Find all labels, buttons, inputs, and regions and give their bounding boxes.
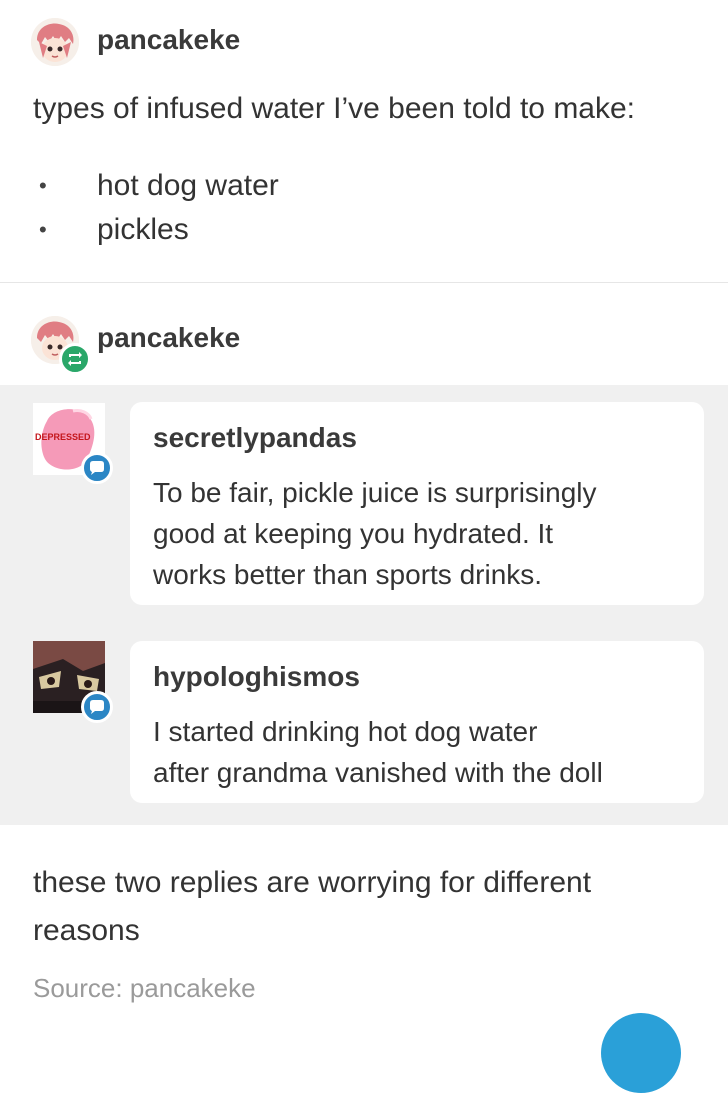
reply-text-line: works better than sports drinks.: [153, 559, 543, 590]
comment-line: these two replies are worrying for diffe…: [33, 866, 592, 899]
reply-text: I started drinking hot dog water after g…: [153, 711, 603, 793]
list-item-text: pickles: [97, 213, 189, 246]
post-item-list: • hot dog water • pickles: [39, 164, 279, 252]
post-author[interactable]: pancakeke: [97, 24, 240, 56]
avatar-sticker-text: DEPRESSED: [35, 432, 91, 442]
reply-username[interactable]: hypologhismos: [153, 661, 360, 693]
reply-bubble: hypologhismos I started drinking hot dog…: [130, 641, 704, 803]
reply-icon: [81, 691, 113, 723]
bullet-icon: •: [39, 217, 47, 242]
reblog-icon: [59, 343, 91, 375]
replies-section: DEPRESSED secretlypandas To be fair, pic…: [0, 385, 728, 825]
user-avatar-icon[interactable]: [31, 18, 79, 66]
comment-line: reasons: [33, 914, 140, 947]
reblog-author[interactable]: pancakeke: [97, 322, 240, 354]
floating-action-button[interactable]: [601, 1013, 681, 1093]
reply-text: To be fair, pickle juice is surprisingly…: [153, 472, 597, 595]
bullet-icon: •: [39, 173, 47, 198]
reply-text-line: after grandma vanished with the doll: [153, 757, 603, 788]
reply-bubble: secretlypandas To be fair, pickle juice …: [130, 402, 704, 605]
post-divider: [0, 282, 728, 283]
reply-text-line: To be fair, pickle juice is surprisingly: [153, 477, 597, 508]
list-item: • hot dog water: [39, 164, 279, 208]
reply-icon: [81, 452, 113, 484]
reblog-comment: these two replies are worrying for diffe…: [33, 859, 591, 955]
post-title: types of infused water I’ve been told to…: [33, 92, 636, 125]
reply-text-line: good at keeping you hydrated. It: [153, 518, 554, 549]
source-link[interactable]: Source: pancakeke: [33, 973, 256, 1004]
reply-username[interactable]: secretlypandas: [153, 422, 357, 454]
list-item-text: hot dog water: [97, 169, 279, 202]
list-item: • pickles: [39, 208, 279, 252]
reply-text-line: I started drinking hot dog water: [153, 716, 538, 747]
